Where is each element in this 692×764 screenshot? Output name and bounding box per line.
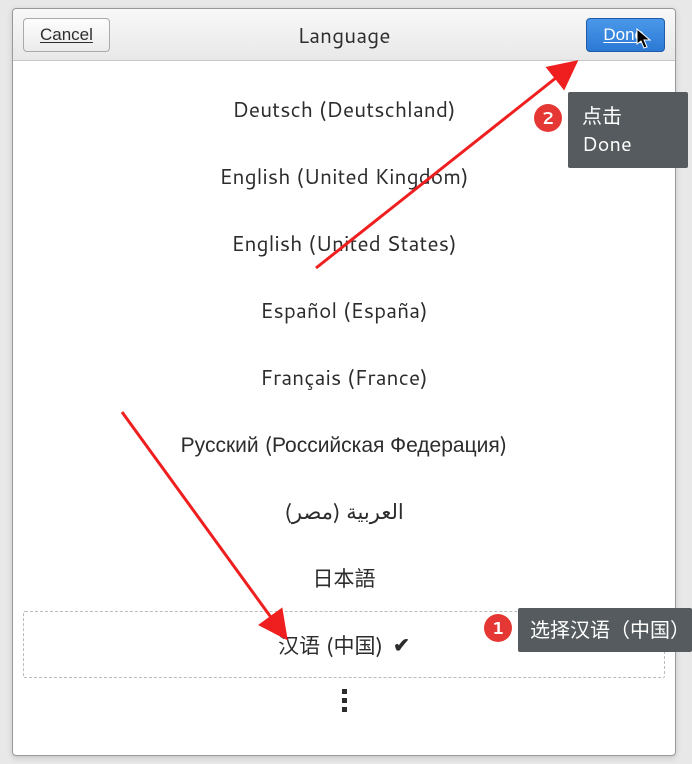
language-item[interactable]: Español (España) xyxy=(23,276,665,343)
language-label: Русский (Российская Федерация) xyxy=(181,429,508,459)
annotation-badge-2: 2 xyxy=(534,104,562,132)
annotation-text: 选择汉语（中国） xyxy=(530,616,690,644)
annotation-box-2: 点击 Done xyxy=(568,92,688,168)
language-label: English (United Kingdom) xyxy=(219,161,468,191)
more-button[interactable] xyxy=(23,678,665,722)
language-item[interactable]: العربية (مصر) xyxy=(23,477,665,544)
language-label: Français (France) xyxy=(260,362,428,392)
language-label: English (United States) xyxy=(231,228,456,258)
language-item[interactable]: English (United States) xyxy=(23,209,665,276)
language-label: 汉语 (中国) xyxy=(278,630,383,660)
titlebar: Cancel Language Done xyxy=(13,9,675,61)
more-icon xyxy=(342,689,347,712)
dialog-title: Language xyxy=(297,20,390,50)
language-label: العربية (مصر) xyxy=(284,496,403,526)
language-item[interactable]: Français (France) xyxy=(23,343,665,410)
cursor-icon xyxy=(636,28,654,57)
language-item[interactable]: 日本語 xyxy=(23,544,665,611)
annotation-text: 点击 xyxy=(582,102,674,130)
language-label: Deutsch (Deutschland) xyxy=(232,94,455,124)
annotation-text: Done xyxy=(582,130,674,158)
language-label: Español (España) xyxy=(260,295,427,325)
language-label: 日本語 xyxy=(313,563,376,593)
check-icon: ✔ xyxy=(393,631,410,659)
language-item[interactable]: Русский (Российская Федерация) xyxy=(23,410,665,477)
annotation-badge-1: 1 xyxy=(484,614,512,642)
annotation-box-1: 选择汉语（中国） xyxy=(518,608,692,652)
cancel-button[interactable]: Cancel xyxy=(23,18,110,52)
